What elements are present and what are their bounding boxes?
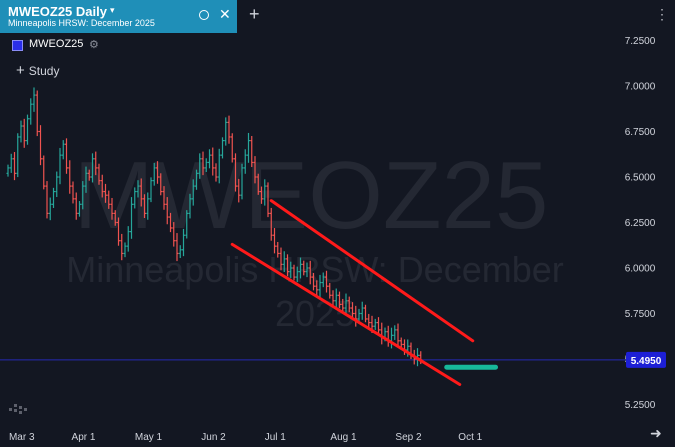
ohlc-bar (360, 301, 364, 320)
chevron-down-icon[interactable]: ▾ (110, 5, 115, 16)
ohlc-bar (364, 304, 367, 323)
close-icon[interactable]: ✕ (219, 6, 231, 23)
broker-logo-icon (9, 404, 27, 414)
ohlc-bar (380, 322, 384, 345)
ohlc-bar (13, 152, 16, 181)
legend-symbol: MWEOZ25 (29, 38, 84, 50)
y-tick-label: 7.2500 (625, 36, 656, 47)
ohlc-bar (16, 133, 20, 178)
chart-tab[interactable]: MWEOZ25 Daily ▾ Minneapolis HRSW: Decemb… (0, 0, 237, 33)
tab-title: MWEOZ25 Daily (8, 4, 107, 19)
ohlc-bar (6, 164, 10, 177)
ohlc-bar (52, 187, 55, 209)
tab-subtitle: Minneapolis HRSW: December 2025 (8, 18, 155, 28)
time-axis[interactable]: Mar 3 Apr 1 May 1 Jun 2 Jul 1 Aug 1 Sep 2 Oct 1 (9, 432, 483, 443)
ohlc-bar (367, 313, 371, 328)
x-tick-label: May 1 (135, 432, 163, 443)
ohlc-bar (58, 147, 62, 185)
ohlc-bar (29, 98, 33, 125)
add-study-button[interactable]: + Study (16, 62, 59, 79)
x-tick-label: Jul 1 (265, 432, 287, 443)
ohlc-bar (22, 118, 26, 148)
ohlc-bar (390, 327, 393, 349)
x-tick-label: Aug 1 (330, 432, 357, 443)
ohlc-bar (48, 197, 52, 221)
plus-icon: + (16, 62, 25, 79)
study-label: Study (28, 64, 60, 78)
series-color-swatch (12, 40, 23, 51)
ohlc-bar (61, 140, 65, 160)
ohlc-bar (55, 171, 59, 198)
ohlc-bar (373, 318, 377, 330)
ohlc-bar (32, 87, 36, 112)
y-tick-label: 7.0000 (625, 82, 656, 93)
last-price-label: 5.4950 (631, 356, 662, 367)
x-tick-label: Mar 3 (9, 432, 35, 443)
x-tick-label: Sep 2 (395, 432, 422, 443)
new-tab-button[interactable]: + (249, 4, 260, 25)
price-chart[interactable]: MWEOZ25 Minneapolis HRSW: December 2025 … (0, 0, 675, 447)
scroll-to-realtime-icon[interactable]: ➜ (650, 425, 662, 442)
ohlc-bar (39, 125, 42, 166)
ohlc-bar (42, 155, 46, 190)
y-tick-label: 6.5000 (625, 173, 656, 184)
gear-icon[interactable]: ⚙ (89, 38, 99, 51)
y-tick-label: 5.2500 (625, 400, 656, 411)
ohlc-bar (396, 323, 400, 348)
ohlc-bar (45, 181, 49, 219)
ohlc-bar (386, 325, 390, 347)
more-menu-icon[interactable]: ⋮ (655, 6, 669, 23)
ohlc-bar (9, 153, 13, 173)
ohlc-bar (393, 325, 397, 340)
x-tick-label: Oct 1 (458, 432, 482, 443)
y-tick-label: 6.0000 (625, 264, 656, 275)
symbol-watermark: MWEOZ25 Minneapolis HRSW: December 2025 (66, 142, 564, 334)
circle-icon[interactable] (199, 10, 209, 20)
y-tick-label: 5.7500 (625, 309, 656, 320)
ohlc-bar (227, 115, 231, 144)
y-tick-label: 6.2500 (625, 218, 656, 229)
y-tick-label: 6.7500 (625, 127, 656, 138)
watermark-description: Minneapolis HRSW: December (66, 249, 564, 290)
x-tick-label: Apr 1 (72, 432, 96, 443)
price-axis[interactable]: 7.2500 7.0000 6.7500 6.5000 6.2500 6.0000 5.75… (625, 36, 666, 411)
ohlc-bar (19, 120, 23, 143)
ohlc-bar (35, 90, 39, 137)
ohlc-bar (65, 138, 68, 174)
ohlc-bar (26, 114, 29, 145)
x-tick-label: Jun 2 (201, 432, 226, 443)
ohlc-bar (68, 160, 72, 194)
